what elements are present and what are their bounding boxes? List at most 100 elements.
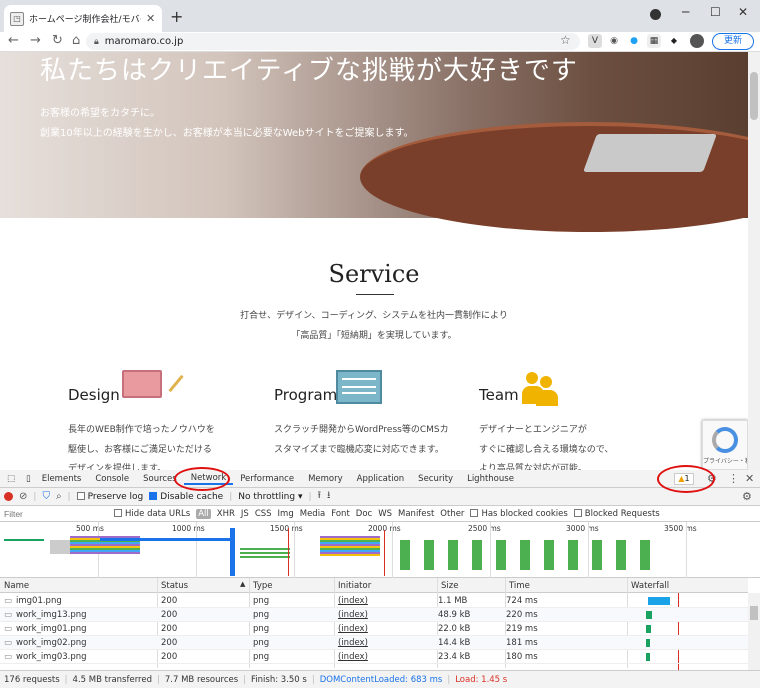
- filter-css[interactable]: CSS: [255, 509, 272, 519]
- table-scrollbar[interactable]: [748, 593, 760, 670]
- col-time[interactable]: Time: [509, 581, 530, 591]
- network-status-bar: 176 requests | 4.5 MB transferred | 7.7 MB…: [0, 670, 760, 688]
- droplet-icon[interactable]: ●: [627, 34, 641, 48]
- close-window-icon[interactable]: ✕: [738, 5, 748, 19]
- table-row[interactable]: [0, 636, 748, 650]
- home-icon[interactable]: ⌂: [72, 33, 80, 48]
- tab-console[interactable]: Console: [88, 474, 136, 484]
- tab-application[interactable]: Application: [350, 474, 412, 484]
- inspect-icon[interactable]: ⬚: [0, 474, 22, 484]
- hide-data-urls-checkbox[interactable]: Hide data URLs: [114, 509, 190, 519]
- tab-memory[interactable]: Memory: [301, 474, 350, 484]
- filter-doc[interactable]: Doc: [356, 509, 372, 519]
- filter-js[interactable]: JS: [241, 509, 249, 519]
- browser-tab[interactable]: ◳ ホームページ制作会社/モバイルコンテ ✕: [4, 5, 162, 32]
- col-type[interactable]: Type: [253, 581, 273, 591]
- finish-time: Finish: 3.50 s: [251, 674, 307, 685]
- back-icon[interactable]: ←: [8, 33, 19, 48]
- tab-performance[interactable]: Performance: [233, 474, 301, 484]
- filter-img[interactable]: Img: [278, 509, 294, 519]
- search-icon[interactable]: ⌕: [56, 491, 62, 502]
- reload-icon[interactable]: ↻: [52, 33, 63, 48]
- page-scroll-thumb[interactable]: [750, 72, 758, 120]
- device-toolbar-icon[interactable]: ▯: [22, 474, 35, 484]
- maximize-icon[interactable]: ☐: [710, 5, 721, 19]
- record-icon[interactable]: [4, 492, 13, 501]
- filter-icon[interactable]: ⛉: [42, 491, 50, 502]
- devtools-menu-icon[interactable]: ⋮: [728, 472, 739, 485]
- hero-laptop-image: [583, 134, 717, 172]
- filter-all[interactable]: All: [196, 508, 211, 519]
- request-type: png: [253, 596, 270, 606]
- throttling-select[interactable]: No throttling ▾: [238, 492, 302, 502]
- request-type: png: [253, 624, 270, 634]
- filter-manifest[interactable]: Manifest: [398, 509, 434, 519]
- table-row[interactable]: [0, 594, 748, 608]
- tab-elements[interactable]: Elements: [35, 474, 89, 484]
- request-time: 724 ms: [506, 596, 538, 606]
- request-initiator[interactable]: (index): [338, 638, 368, 648]
- camera-icon[interactable]: ◉: [607, 34, 621, 48]
- extension-grid-icon[interactable]: ▦: [647, 34, 661, 48]
- filter-bar: Hide data URLs All XHR JS CSS Img Media …: [0, 506, 760, 522]
- request-name: work_img02.png: [16, 638, 87, 648]
- table-row[interactable]: [0, 622, 748, 636]
- forward-icon[interactable]: →: [30, 33, 41, 48]
- table-row[interactable]: [0, 650, 748, 664]
- overview-bar: [320, 536, 380, 556]
- blocked-requests-checkbox[interactable]: Blocked Requests: [573, 509, 660, 519]
- filter-input[interactable]: [4, 507, 108, 520]
- table-row[interactable]: [0, 608, 748, 622]
- lgtm-icon[interactable]: ◆: [667, 34, 681, 48]
- new-tab-icon[interactable]: +: [170, 7, 183, 26]
- col-name[interactable]: Name: [4, 581, 29, 591]
- request-initiator[interactable]: (index): [338, 624, 368, 634]
- table-scroll-thumb[interactable]: [750, 606, 758, 620]
- tab-lighthouse[interactable]: Lighthouse: [460, 474, 521, 484]
- service-text-2: 「高品質」「短納期」を実現しています。: [291, 331, 457, 341]
- bookmark-star-icon[interactable]: ☆: [560, 33, 571, 47]
- col-waterfall[interactable]: Waterfall: [631, 581, 669, 591]
- tab-close-icon[interactable]: ✕: [146, 12, 155, 25]
- file-icon: ▭: [4, 610, 13, 620]
- filter-other[interactable]: Other: [440, 509, 464, 519]
- sort-asc-icon: ▲: [240, 580, 246, 588]
- profile-dropdown-icon[interactable]: [650, 9, 661, 20]
- tab-security[interactable]: Security: [411, 474, 460, 484]
- col-initiator[interactable]: Initiator: [338, 581, 371, 591]
- waterfall-bar: [646, 625, 651, 633]
- col-size[interactable]: Size: [441, 581, 458, 591]
- recaptcha-badge[interactable]: プライバシー・利用規約: [702, 420, 748, 470]
- network-settings-icon[interactable]: ⚙: [742, 490, 752, 503]
- update-button[interactable]: 更新: [712, 33, 754, 50]
- import-har-icon[interactable]: ⭱: [318, 488, 322, 505]
- filter-font[interactable]: Font: [331, 509, 350, 519]
- clear-icon[interactable]: ⊘: [19, 491, 27, 502]
- file-icon: ▭: [4, 596, 13, 606]
- address-bar[interactable]: 🔒︎ maromaro.co.jp: [86, 33, 580, 50]
- request-initiator[interactable]: (index): [338, 610, 368, 620]
- export-har-icon[interactable]: ⭳: [327, 488, 331, 505]
- team-text-2: すぐに確認し合える環境なので、: [479, 445, 614, 455]
- requests-count: 176 requests: [4, 674, 60, 685]
- filter-ws[interactable]: WS: [378, 509, 392, 519]
- disable-cache-checkbox[interactable]: Disable cache: [149, 492, 223, 502]
- minimize-icon[interactable]: ─: [682, 5, 689, 19]
- grid-line: [686, 522, 687, 578]
- design-text-2: 駆使し、お客様にご満足いただける: [68, 445, 212, 455]
- avatar[interactable]: [690, 34, 704, 48]
- dom-content-loaded-time: DOMContentLoaded: 683 ms: [319, 674, 443, 685]
- extension-v-icon[interactable]: V: [588, 34, 602, 48]
- request-initiator[interactable]: (index): [338, 596, 368, 606]
- devtools-close-icon[interactable]: ✕: [745, 472, 754, 485]
- file-icon: ▭: [4, 652, 13, 662]
- request-initiator[interactable]: (index): [338, 652, 368, 662]
- request-size: 1.1 MB: [438, 596, 468, 606]
- col-status[interactable]: Status: [161, 581, 188, 591]
- network-toolbar: ⊘ | ⛉ ⌕ | Preserve log Disable cache | N…: [0, 488, 760, 506]
- filter-media[interactable]: Media: [300, 509, 326, 519]
- preserve-log-checkbox[interactable]: Preserve log: [76, 492, 143, 502]
- blocked-cookies-checkbox[interactable]: Has blocked cookies: [470, 509, 568, 519]
- hero-text-1: お客様の希望をカタチに。: [40, 108, 160, 119]
- filter-xhr[interactable]: XHR: [217, 509, 235, 519]
